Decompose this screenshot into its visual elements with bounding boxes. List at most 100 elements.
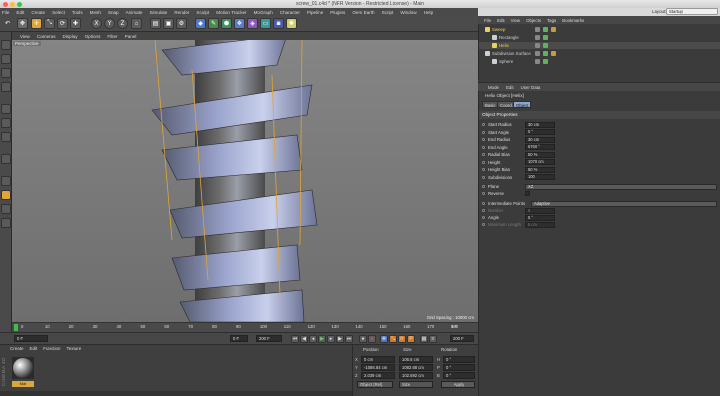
object-row[interactable]: Helix: [479, 42, 720, 49]
pen-icon[interactable]: ✎: [208, 18, 219, 29]
animate-dot-icon[interactable]: [482, 202, 485, 205]
menu-mograph[interactable]: MoGraph: [254, 10, 273, 15]
object-row[interactable]: Rectangle: [479, 34, 720, 41]
cube-icon[interactable]: ◆: [195, 18, 206, 29]
menu-oem-earth[interactable]: Oem Earth: [352, 10, 374, 15]
grid-icon[interactable]: [1, 218, 11, 228]
menu-snap[interactable]: Snap: [108, 10, 119, 15]
menu-sculpt[interactable]: Sculpt: [196, 10, 209, 15]
menu-motion-tracker[interactable]: Motion Tracker: [216, 10, 246, 15]
perspective-viewport[interactable]: Perspective Grid Spacing : 10000 cm: [12, 40, 478, 322]
viewport-menu-options[interactable]: Options: [85, 34, 101, 39]
rotate-tool-icon[interactable]: ⟳: [57, 18, 68, 29]
animate-dot-icon[interactable]: [482, 175, 485, 179]
reverse-checkbox[interactable]: [525, 191, 530, 196]
max-frame-field[interactable]: 200 F: [450, 335, 474, 342]
animate-dot-icon[interactable]: [482, 216, 485, 219]
undo-icon[interactable]: ↶: [2, 18, 13, 29]
property-value-field[interactable]: 0 °: [525, 129, 555, 135]
animate-dot-icon[interactable]: [482, 123, 485, 126]
coordinate-mode-select[interactable]: Object (Rel): [357, 381, 393, 388]
property-value-field[interactable]: 1070 cm: [525, 159, 555, 165]
menu-mesh[interactable]: Mesh: [90, 10, 101, 15]
viewport-menu-display[interactable]: Display: [63, 34, 78, 39]
object-menu-file[interactable]: File: [484, 18, 491, 23]
visibility-toggle-icon[interactable]: [535, 59, 540, 64]
model-mode-icon[interactable]: [1, 54, 11, 64]
next-key-icon[interactable]: ▶: [336, 335, 344, 343]
material-menu-texture[interactable]: Texture: [67, 346, 82, 351]
viewport-menu-panel[interactable]: Panel: [125, 34, 137, 39]
menu-tools[interactable]: Tools: [72, 10, 83, 15]
prev-key-icon[interactable]: ◀: [300, 335, 308, 343]
layout-select[interactable]: Startup: [666, 8, 718, 15]
menu-plugins[interactable]: Plugins: [330, 10, 345, 15]
animate-dot-icon[interactable]: [482, 209, 485, 212]
menu-help[interactable]: Help: [424, 10, 433, 15]
rotation-b-field[interactable]: 0 °: [443, 372, 475, 379]
key-position-icon[interactable]: ✥: [380, 335, 388, 343]
scale-tool-icon[interactable]: ⤡: [44, 18, 55, 29]
position-y-field[interactable]: -1086.84 cm: [361, 364, 395, 371]
menu-pipeline[interactable]: Pipeline: [307, 10, 323, 15]
timeline-playhead[interactable]: [14, 324, 18, 331]
texture-mode-icon[interactable]: [1, 68, 11, 78]
material-preview[interactable]: [12, 357, 34, 379]
key-scale-icon[interactable]: ⤡: [389, 335, 397, 343]
enabled-check-icon[interactable]: [543, 27, 548, 32]
floor-icon[interactable]: ▭: [260, 18, 271, 29]
visibility-toggle-icon[interactable]: [535, 43, 540, 48]
menu-edit[interactable]: Edit: [16, 10, 24, 15]
material-menu-function[interactable]: Function: [43, 346, 60, 351]
animate-dot-icon[interactable]: [482, 153, 485, 156]
enable-axis-icon[interactable]: [1, 154, 11, 164]
size-y-field[interactable]: 1082.68 cm: [399, 364, 433, 371]
start-frame-field[interactable]: 0 F: [14, 335, 48, 342]
angle-field[interactable]: 5 °: [525, 214, 555, 221]
min-frame-field[interactable]: 0 F: [230, 335, 248, 342]
prev-frame-icon[interactable]: ◂: [309, 335, 317, 343]
size-mode-select[interactable]: Size: [399, 381, 433, 388]
coordinate-system-icon[interactable]: ⌂: [131, 18, 142, 29]
property-value-field[interactable]: 100: [525, 174, 555, 180]
visibility-toggle-icon[interactable]: [535, 35, 540, 40]
tab-object[interactable]: Object: [513, 101, 532, 108]
end-frame-field[interactable]: 200 F: [256, 335, 282, 342]
autokey-icon[interactable]: ●: [368, 335, 376, 343]
material-tag-icon[interactable]: [551, 51, 556, 56]
go-to-start-icon[interactable]: ⏮: [291, 335, 299, 343]
menu-render[interactable]: Render: [174, 10, 189, 15]
object-row[interactable]: Sweep: [479, 26, 720, 33]
property-value-field[interactable]: 6760 °: [525, 144, 555, 150]
menu-window[interactable]: Window: [400, 10, 416, 15]
object-row[interactable]: Sphere: [479, 58, 720, 65]
number-field[interactable]: 8: [525, 207, 555, 214]
next-frame-icon[interactable]: ▸: [327, 335, 335, 343]
material-menu-edit[interactable]: Edit: [30, 346, 38, 351]
render-picture-viewer-icon[interactable]: ▣: [163, 18, 174, 29]
axis-x-button[interactable]: X: [91, 18, 102, 29]
menu-script[interactable]: Script: [382, 10, 394, 15]
visibility-toggle-icon[interactable]: [535, 27, 540, 32]
object-menu-edit[interactable]: Edit: [497, 18, 505, 23]
menu-select[interactable]: Select: [52, 10, 65, 15]
attribute-menu-user-data[interactable]: User Data: [521, 85, 541, 90]
object-row[interactable]: Subdivision Surface: [479, 50, 720, 57]
polygons-mode-icon[interactable]: [1, 132, 11, 142]
property-value-field[interactable]: 50 %: [525, 151, 555, 158]
key-param-icon[interactable]: P: [407, 335, 415, 343]
menu-create[interactable]: Create: [31, 10, 45, 15]
size-x-field[interactable]: 106.6 cm: [399, 356, 433, 363]
plane-select[interactable]: XZ: [525, 183, 717, 190]
close-window-button[interactable]: [3, 1, 8, 7]
animate-dot-icon[interactable]: [482, 185, 485, 188]
zoom-window-button[interactable]: [17, 1, 22, 7]
move-tool-icon[interactable]: ✛: [31, 18, 42, 29]
maxlen-field[interactable]: 5 cm: [525, 221, 555, 228]
size-z-field[interactable]: 102.592 cm: [399, 372, 433, 379]
minimize-window-button[interactable]: [10, 1, 15, 7]
sculpt-icon[interactable]: [1, 204, 11, 214]
rotation-h-field[interactable]: 0 °: [443, 356, 475, 363]
object-menu-objects[interactable]: Objects: [526, 18, 541, 23]
menu-character[interactable]: Character: [280, 10, 300, 15]
